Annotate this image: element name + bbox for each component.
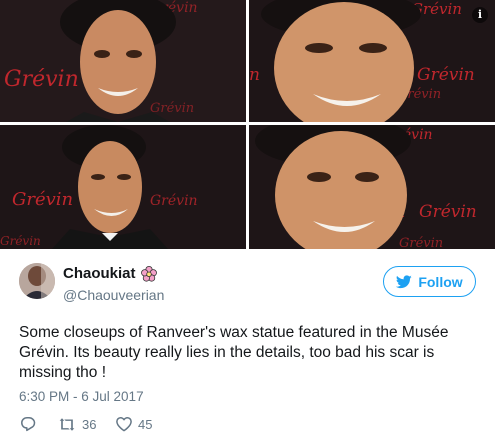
wax-statue-photo: Grévin Grévin Grévin <box>0 125 246 249</box>
retweet-action[interactable]: 36 <box>57 417 115 432</box>
follow-button[interactable]: Follow <box>383 266 476 297</box>
like-count: 45 <box>138 416 153 432</box>
avatar-image <box>19 263 55 299</box>
display-name-text[interactable]: Chaoukiat <box>63 265 136 282</box>
twitter-bird-icon <box>396 274 413 289</box>
wax-statue-photo: Grévin Grévin Grévin n <box>249 0 495 122</box>
heart-icon <box>116 417 132 432</box>
backdrop-logo: Grévin <box>417 65 475 85</box>
like-action[interactable]: 45 <box>115 416 152 432</box>
backdrop-logo: Grévin <box>4 67 79 92</box>
photo-2[interactable]: Grévin Grévin Grévin n i <box>249 0 495 122</box>
photo-1[interactable]: Grévin Grévin Grévin <box>0 0 246 122</box>
svg-text:Grévin: Grévin <box>150 193 198 209</box>
follow-label: Follow <box>418 273 463 290</box>
tweet: Chaoukiat @Chaouveerian Follow Some clos… <box>0 249 495 442</box>
svg-text:Grévin: Grévin <box>0 234 41 248</box>
tweet-timestamp[interactable]: 6:30 PM - 6 Jul 2017 <box>19 389 144 404</box>
info-icon[interactable]: i <box>472 7 488 23</box>
wax-statue-photo: Grévin Grévin Grévin <box>0 0 246 122</box>
reply-icon <box>21 417 36 432</box>
svg-text:n: n <box>249 65 260 85</box>
reply-action[interactable] <box>19 416 57 432</box>
backdrop-logo: Grévin <box>419 202 477 222</box>
avatar[interactable] <box>19 263 55 299</box>
svg-text:Grévin: Grévin <box>399 236 443 249</box>
author-display-name[interactable]: Chaoukiat <box>63 265 157 282</box>
photo-3[interactable]: Grévin Grévin Grévin <box>0 125 246 249</box>
wax-statue-photo: Grévin Grévin in Grévin <box>249 125 495 249</box>
photo-4[interactable]: Grévin Grévin in Grévin <box>249 125 495 249</box>
retweet-count: 36 <box>82 416 97 432</box>
tweet-text: Some closeups of Ranveer's wax statue fe… <box>19 324 449 381</box>
svg-text:Grévin: Grévin <box>150 101 194 116</box>
flower-icon <box>140 265 157 282</box>
retweet-icon <box>59 417 75 431</box>
photo-grid: Grévin Grévin Grévin Grévin Grévin Grévi… <box>0 0 495 249</box>
backdrop-logo: Grévin <box>12 189 73 210</box>
author-handle[interactable]: @Chaouveerian <box>63 287 164 303</box>
tweet-actions: 36 45 <box>19 415 152 433</box>
